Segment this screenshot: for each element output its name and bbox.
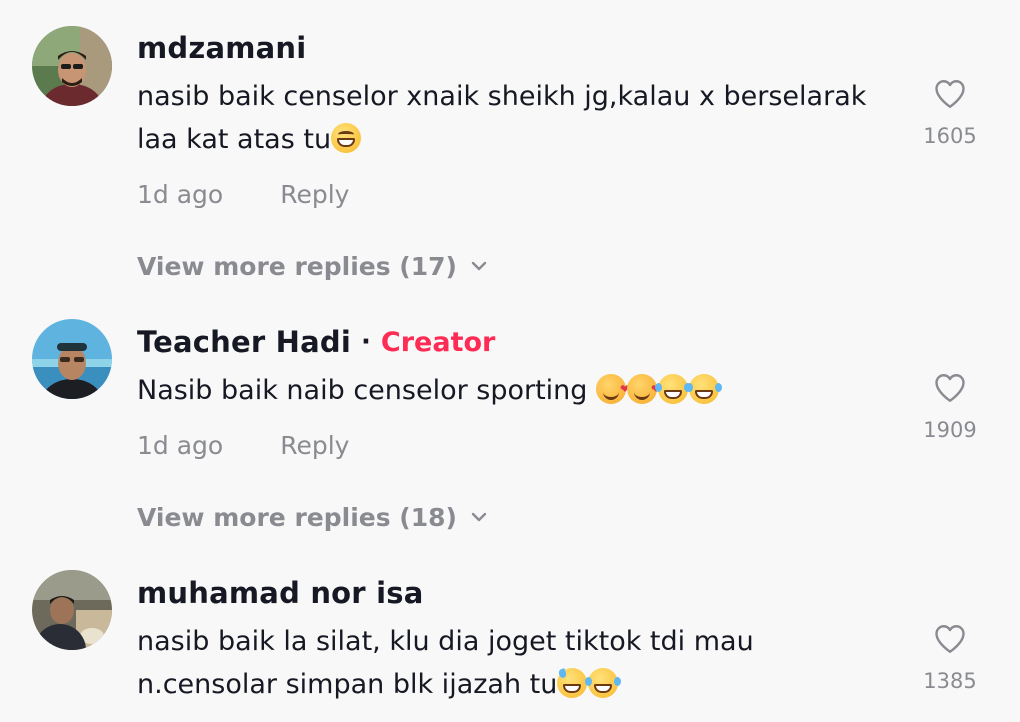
like-count: 1909: [923, 418, 977, 442]
avatar[interactable]: [32, 26, 112, 106]
like-control: 1605: [918, 76, 982, 148]
comment-timestamp: 1d ago: [137, 179, 224, 209]
creator-badge: Creator: [380, 326, 496, 358]
avatar[interactable]: [32, 570, 112, 650]
reply-button[interactable]: Reply: [280, 180, 349, 209]
chevron-down-icon: [471, 512, 487, 522]
smiling-face-with-hearts-emoji: [596, 368, 630, 411]
heart-icon[interactable]: [931, 76, 969, 112]
chevron-down-icon: [471, 261, 487, 271]
comment-text: nasib baik la silat, klu dia joget tikto…: [137, 626, 754, 700]
like-count: 1385: [923, 669, 977, 693]
grinning-emoji: [331, 123, 362, 153]
view-more-replies-button[interactable]: View more replies (17): [137, 249, 487, 283]
comment-text: nasib baik censelor xnaik sheikh jg,kala…: [137, 81, 867, 155]
like-control: 1909: [918, 370, 982, 442]
tears-of-joy-emoji: [655, 374, 689, 404]
tears-of-joy-emoji: [585, 668, 619, 698]
reply-button[interactable]: Reply: [280, 431, 349, 460]
tears-of-joy-emoji: [686, 374, 720, 404]
username[interactable]: Teacher Hadi: [137, 325, 351, 359]
like-count: 1605: [923, 124, 977, 148]
username[interactable]: muhamad nor isa: [137, 576, 423, 610]
heart-icon[interactable]: [931, 621, 969, 657]
like-control: 1385: [918, 621, 982, 693]
view-more-replies-button[interactable]: View more replies (18): [137, 500, 487, 534]
sweat-smile-emoji: [557, 668, 588, 698]
separator-dot: ·: [361, 327, 371, 357]
comment-timestamp: 1d ago: [137, 430, 224, 460]
smiling-face-with-hearts-emoji: [627, 368, 661, 411]
heart-icon[interactable]: [931, 370, 969, 406]
comment-text: Nasib baik naib censelor sporting: [137, 368, 907, 412]
username[interactable]: mdzamani: [137, 31, 306, 65]
avatar[interactable]: [32, 319, 112, 399]
